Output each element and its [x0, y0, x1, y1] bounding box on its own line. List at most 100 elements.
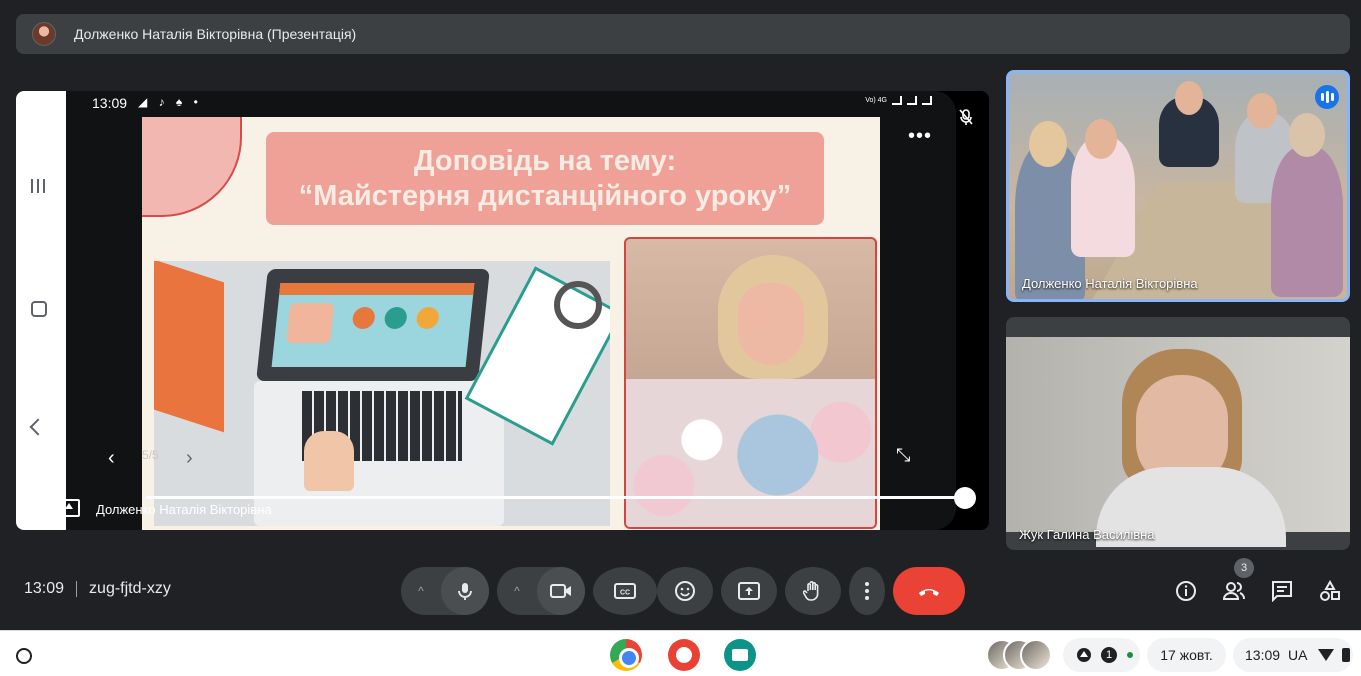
signal-icon-2 — [907, 96, 917, 105]
notification-pill[interactable]: 1 — [1063, 638, 1140, 672]
more-vert-icon — [865, 582, 869, 600]
keyboard-locale: UA — [1288, 647, 1308, 663]
status-dot — [1127, 652, 1133, 658]
slide: Доповідь на тему: “Майстерня дистанційно… — [142, 117, 880, 530]
participant-video — [1006, 337, 1350, 547]
battery-status-icon — [922, 96, 932, 105]
camera-icon — [550, 584, 571, 598]
notification-count: 1 — [1101, 647, 1117, 663]
participant-tile[interactable]: Долженко Наталія Вікторівна — [1006, 70, 1350, 302]
pin-icon[interactable] — [28, 497, 46, 519]
wifi-icon — [1317, 649, 1334, 661]
people-button[interactable] — [1221, 578, 1247, 604]
speaking-indicator-icon — [1315, 85, 1339, 109]
slide-title-line2: “Майстерня дистанційного уроку” — [298, 179, 792, 212]
meeting-details-button[interactable] — [1173, 578, 1199, 604]
decor-arc — [142, 117, 242, 217]
date-button[interactable]: 17 жовт. — [1147, 638, 1226, 672]
camera-control-group: ^ — [497, 567, 585, 615]
camera-options-chevron-icon[interactable]: ^ — [497, 584, 537, 598]
participant-name: Жук Галина Василівна — [1019, 527, 1155, 542]
participant-head — [1085, 119, 1117, 159]
speaker-photo — [624, 237, 877, 529]
present-screen-icon — [738, 582, 760, 600]
system-tray[interactable]: 13:09 UA — [1233, 638, 1353, 672]
participant-name: Долженко Наталія Вікторівна — [1022, 276, 1198, 291]
taskbar: 1 17 жовт. 13:09 UA — [0, 630, 1361, 676]
book-shape — [154, 261, 224, 433]
meet-window: Долженко Наталія Вікторівна (Презентація… — [0, 0, 1361, 676]
hang-up-icon — [919, 589, 939, 596]
laptop-illustration — [154, 261, 610, 526]
people-count-badge: 3 — [1234, 558, 1254, 578]
collapse-icon[interactable]: ⤡ — [896, 445, 910, 466]
progress-track[interactable] — [146, 496, 966, 499]
meeting-code[interactable]: zug-fjtd-xzy — [89, 580, 171, 598]
tray-time: 13:09 — [1245, 647, 1281, 663]
mic-button[interactable] — [441, 567, 489, 615]
captions-button[interactable]: CC — [593, 567, 657, 615]
launcher-icon[interactable] — [16, 648, 32, 664]
chrome-icon[interactable] — [610, 639, 642, 671]
phone-nav-bar — [16, 91, 66, 530]
slide-counter: 5/5 — [142, 448, 159, 462]
reactions-button[interactable] — [657, 567, 713, 615]
meeting-info: 13:09 zug-fjtd-xzy — [24, 580, 171, 598]
phone-signal-indicators: Vo) 4G — [865, 96, 932, 105]
activities-icon — [1320, 580, 1340, 601]
shared-phone-screen: 13:09 ◢ ♪ ♠ • Vo) 4G Доповідь на тему: “… — [66, 91, 976, 530]
progress-handle[interactable] — [954, 487, 976, 509]
activities-button[interactable] — [1317, 578, 1343, 604]
people-icon — [1222, 582, 1245, 600]
date-label: 17 жовт. — [1160, 647, 1213, 663]
laptop-screen — [256, 269, 490, 381]
prev-slide-icon[interactable]: ‹ — [108, 447, 115, 470]
participant-tile[interactable]: Жук Галина Василівна — [1006, 317, 1350, 550]
mic-icon — [458, 583, 472, 600]
presentation-tile[interactable]: 13:09 ◢ ♪ ♠ • Vo) 4G Доповідь на тему: “… — [16, 91, 989, 530]
participant-head — [1289, 113, 1325, 157]
chat-button[interactable] — [1269, 578, 1295, 604]
more-options-icon[interactable]: ••• — [908, 125, 932, 148]
home-icon — [31, 301, 47, 317]
phone-status-time: 13:09 — [92, 95, 128, 111]
battery-icon — [1341, 648, 1350, 662]
back-icon — [29, 418, 47, 436]
present-now-button[interactable] — [721, 567, 777, 615]
signal-icon — [892, 96, 902, 105]
flowers — [626, 379, 875, 527]
mic-off-icon — [959, 109, 973, 125]
raise-hand-button[interactable] — [785, 567, 841, 615]
captions-icon: CC — [614, 583, 636, 599]
next-slide-icon[interactable]: › — [186, 447, 193, 470]
magnifier-icon — [554, 281, 602, 329]
hand — [304, 431, 354, 491]
classroom-icon[interactable] — [724, 639, 756, 671]
chat-icon — [1272, 581, 1292, 602]
presenter-name: Долженко Наталія Вікторівна — [96, 502, 272, 517]
participant-head — [1029, 121, 1067, 167]
phone-status-icons: ◢ ♪ ♠ • — [138, 95, 202, 109]
camera-button[interactable] — [537, 567, 585, 615]
separator — [76, 581, 78, 597]
upload-icon — [1077, 648, 1091, 662]
leave-call-button[interactable] — [893, 567, 965, 615]
paint-icon[interactable] — [668, 639, 700, 671]
slide-title-line1: Доповідь на тему: — [413, 144, 677, 177]
emoji-icon — [675, 581, 695, 601]
info-icon — [1176, 581, 1196, 601]
network-label: Vo) 4G — [865, 97, 887, 104]
participant-head — [1247, 93, 1277, 129]
more-options-button[interactable] — [849, 567, 885, 615]
participant-figure — [1271, 147, 1343, 297]
hand-icon — [803, 581, 819, 601]
presenter-banner-title: Долженко Наталія Вікторівна (Презентація… — [74, 26, 357, 42]
recents-icon — [31, 179, 45, 193]
presentation-icon — [58, 499, 80, 517]
meeting-time: 13:09 — [24, 580, 65, 597]
svg-text:CC: CC — [620, 590, 630, 597]
presenter-banner: Долженко Наталія Вікторівна (Презентація… — [16, 14, 1350, 54]
participant-head — [1175, 81, 1203, 115]
mic-options-chevron-icon[interactable]: ^ — [401, 584, 441, 598]
holding-space-thumbnails[interactable] — [986, 639, 1052, 671]
